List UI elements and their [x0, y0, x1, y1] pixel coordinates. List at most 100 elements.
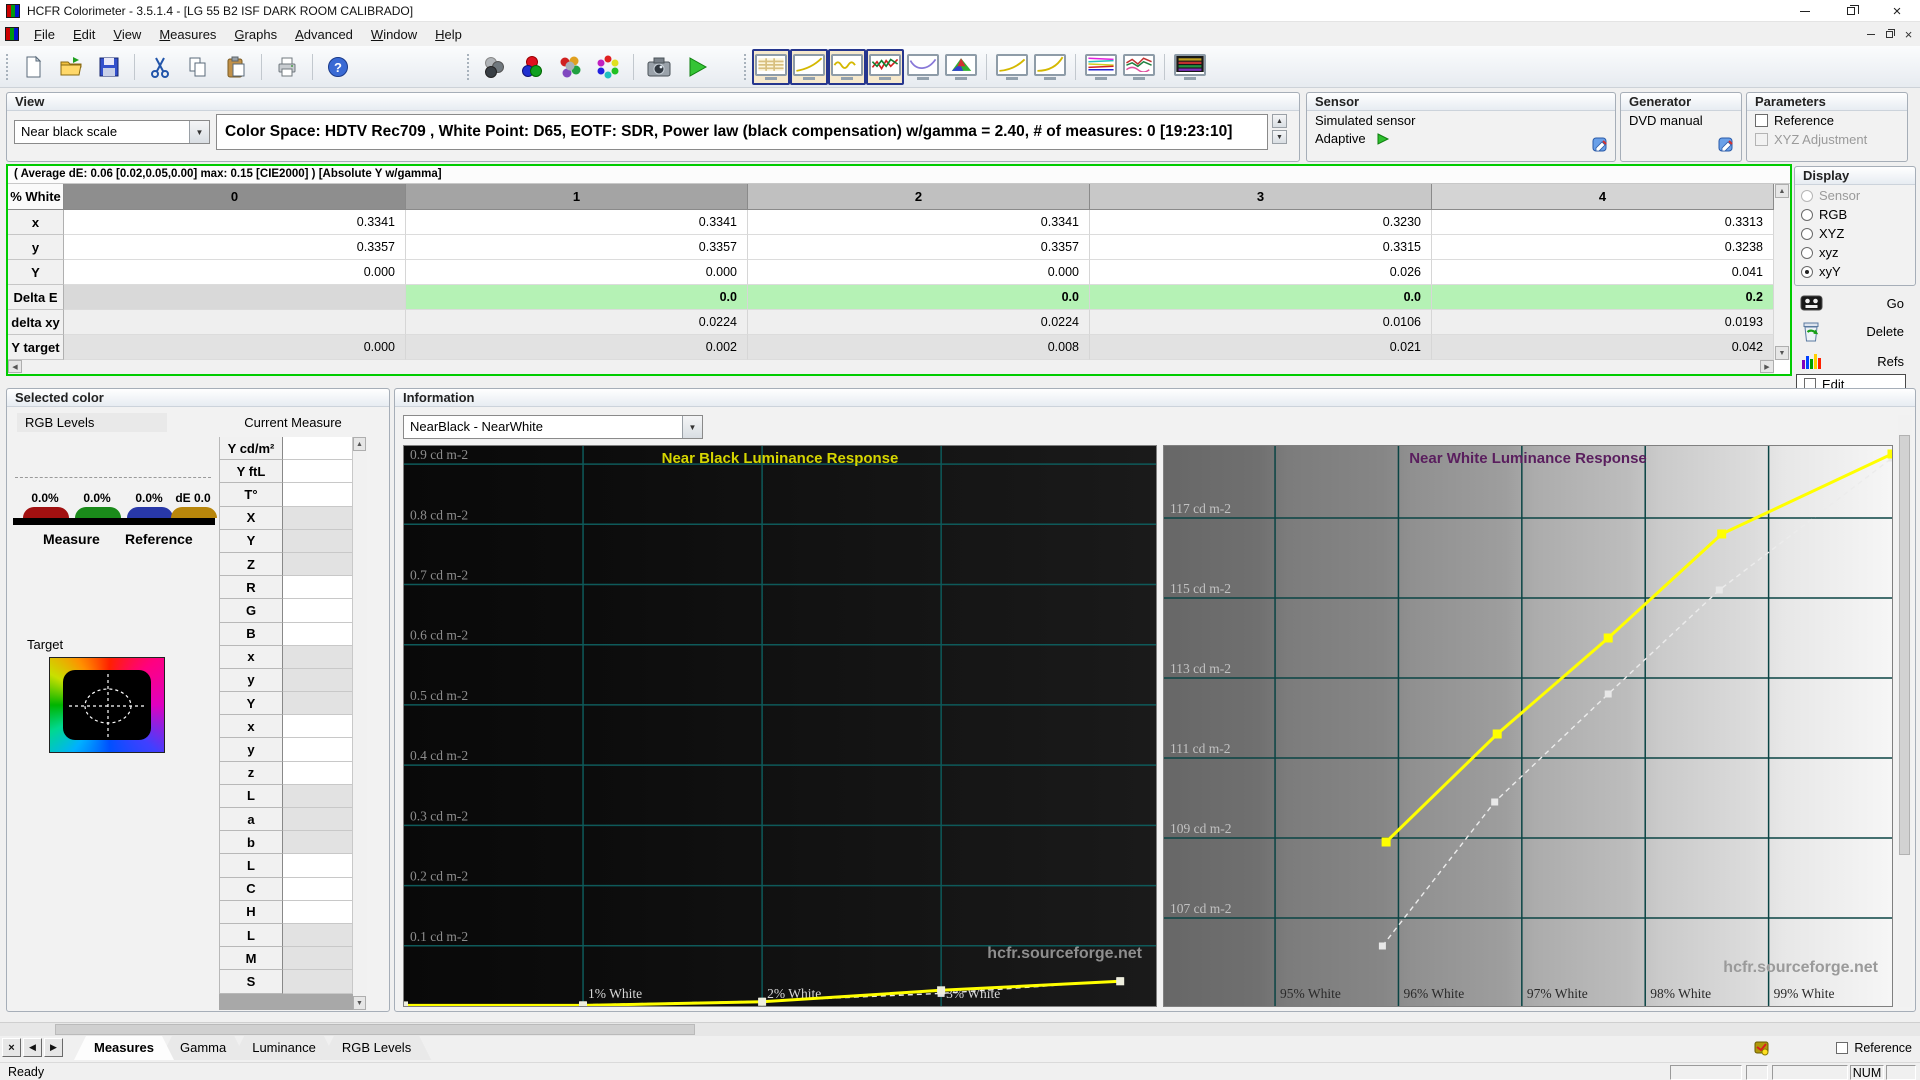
- tab-luminance[interactable]: Luminance: [232, 1036, 336, 1060]
- sensor-run-icon[interactable]: [1376, 132, 1390, 145]
- column-header-4[interactable]: 4: [1432, 184, 1774, 210]
- generator-config-button[interactable]: [1717, 136, 1735, 157]
- table-cell[interactable]: 0.000: [748, 260, 1090, 285]
- measures-grid-view-button[interactable]: [752, 48, 790, 85]
- scroll-down-button[interactable]: ▼: [1775, 346, 1789, 360]
- document-logo-icon[interactable]: [5, 27, 19, 41]
- rgb-levels-monitor-view-button[interactable]: [1082, 49, 1120, 85]
- table-cell[interactable]: 0.3341: [64, 210, 406, 235]
- save-file-button[interactable]: [90, 49, 128, 85]
- scroll-right-button[interactable]: ▶: [1760, 360, 1774, 373]
- spinner-up-button[interactable]: ▲: [1272, 114, 1287, 128]
- spinner-down-button[interactable]: ▼: [1272, 130, 1287, 144]
- sensor-settings-button[interactable]: [475, 49, 513, 85]
- table-cell[interactable]: 0.3313: [1432, 210, 1774, 235]
- table-cell[interactable]: 0.0: [1090, 285, 1432, 310]
- table-cell[interactable]: 0.3238: [1432, 235, 1774, 260]
- tab-rgb-levels[interactable]: RGB Levels: [322, 1036, 431, 1060]
- table-cell[interactable]: 0.000: [64, 335, 406, 360]
- display-radio-xyz[interactable]: xyz: [1795, 243, 1915, 262]
- cie-chart-view-button[interactable]: [942, 49, 980, 85]
- mdi-restore-button[interactable]: [1882, 27, 1897, 42]
- tab-gamma[interactable]: Gamma: [160, 1036, 246, 1060]
- column-header-3[interactable]: 3: [1090, 184, 1432, 210]
- table-cell[interactable]: 0.008: [748, 335, 1090, 360]
- menu-file[interactable]: File: [25, 23, 64, 46]
- mdi-minimize-button[interactable]: [1863, 27, 1878, 42]
- paste-button[interactable]: [217, 49, 255, 85]
- grayscale-measures-button[interactable]: [551, 49, 589, 85]
- cut-button[interactable]: [141, 49, 179, 85]
- color-grid-monitor-view-button[interactable]: [1171, 49, 1209, 85]
- information-scrollbar[interactable]: [1898, 415, 1912, 1007]
- menu-edit[interactable]: Edit: [64, 23, 104, 46]
- refs-button[interactable]: Refs: [1796, 348, 1914, 374]
- bottom-scroll-strip[interactable]: [0, 1022, 1920, 1036]
- table-cell[interactable]: 0.0106: [1090, 310, 1432, 335]
- table-cell[interactable]: 0.000: [64, 260, 406, 285]
- luminance-monitor-view-button[interactable]: [993, 49, 1031, 85]
- tab-scroll-right-button[interactable]: ▶: [44, 1038, 63, 1057]
- menu-graphs[interactable]: Graphs: [225, 23, 286, 46]
- sensor-config-button[interactable]: [1591, 136, 1609, 157]
- table-cell[interactable]: 0.026: [1090, 260, 1432, 285]
- run-measures-button[interactable]: [678, 49, 716, 85]
- tab-measures[interactable]: Measures: [74, 1036, 174, 1060]
- scroll-up-button[interactable]: ▲: [1775, 184, 1789, 198]
- bottom-reference-checkbox[interactable]: [1836, 1042, 1849, 1054]
- table-cell[interactable]: 0.3357: [406, 235, 748, 260]
- saturation-measures-button[interactable]: [589, 49, 627, 85]
- gamma2-monitor-view-button[interactable]: [1031, 49, 1069, 85]
- column-header-0[interactable]: 0: [64, 184, 406, 210]
- new-file-button[interactable]: [14, 49, 52, 85]
- open-file-button[interactable]: [52, 49, 90, 85]
- display-radio-xyy[interactable]: xyY: [1795, 262, 1915, 281]
- column-header-1[interactable]: 1: [406, 184, 748, 210]
- go-button[interactable]: Go: [1796, 290, 1914, 316]
- minimize-button[interactable]: [1782, 0, 1828, 22]
- copy-button[interactable]: [179, 49, 217, 85]
- print-button[interactable]: [268, 49, 306, 85]
- mdi-close-button[interactable]: ×: [1901, 27, 1916, 42]
- table-cell[interactable]: 0.3341: [748, 210, 1090, 235]
- information-view-dropdown[interactable]: NearBlack - NearWhite ▼: [403, 415, 703, 439]
- table-cell[interactable]: 0.002: [406, 335, 748, 360]
- table-cell[interactable]: 0.3357: [748, 235, 1090, 260]
- close-tabs-button[interactable]: ×: [2, 1038, 21, 1057]
- maximize-restore-button[interactable]: [1828, 0, 1874, 22]
- display-radio-xyz[interactable]: XYZ: [1795, 224, 1915, 243]
- gamma-graph-view-button[interactable]: [828, 48, 866, 85]
- table-cell[interactable]: 0.3315: [1090, 235, 1432, 260]
- scale-select-dropdown[interactable]: Near black scale ▼: [14, 120, 210, 144]
- menu-help[interactable]: Help: [426, 23, 471, 46]
- menu-view[interactable]: View: [104, 23, 150, 46]
- table-cell[interactable]: [64, 285, 406, 310]
- table-cell[interactable]: 0.0224: [406, 310, 748, 335]
- table-cell[interactable]: 0.041: [1432, 260, 1774, 285]
- menu-measures[interactable]: Measures: [150, 23, 225, 46]
- close-button[interactable]: ×: [1874, 0, 1920, 22]
- table-vertical-scrollbar[interactable]: ▲ ▼: [1774, 184, 1790, 360]
- column-header-2[interactable]: 2: [748, 184, 1090, 210]
- tab-scroll-left-button[interactable]: ◀: [23, 1038, 42, 1057]
- bottom-scroll-thumb[interactable]: [55, 1024, 695, 1035]
- table-cell[interactable]: 0.042: [1432, 335, 1774, 360]
- menu-window[interactable]: Window: [362, 23, 426, 46]
- table-cell[interactable]: 0.2: [1432, 285, 1774, 310]
- table-cell[interactable]: 0.000: [406, 260, 748, 285]
- table-cell[interactable]: 0.0193: [1432, 310, 1774, 335]
- gamma-monitor-view-button[interactable]: [904, 49, 942, 85]
- menu-advanced[interactable]: Advanced: [286, 23, 362, 46]
- measure-scroll-up[interactable]: ▲: [353, 437, 366, 451]
- table-cell[interactable]: 0.0: [406, 285, 748, 310]
- measure-scroll-down[interactable]: ▼: [353, 996, 366, 1010]
- table-cell[interactable]: 0.0: [748, 285, 1090, 310]
- table-cell[interactable]: 0.021: [1090, 335, 1432, 360]
- luminance-graph-view-button[interactable]: [790, 48, 828, 85]
- rgb-measures-graph-view-button[interactable]: [866, 48, 904, 85]
- display-color-measures-button[interactable]: [513, 49, 551, 85]
- scroll-left-button[interactable]: ◀: [8, 360, 22, 373]
- reference-checkbox[interactable]: [1755, 114, 1768, 127]
- table-cell[interactable]: 0.0224: [748, 310, 1090, 335]
- table-cell[interactable]: 0.3341: [406, 210, 748, 235]
